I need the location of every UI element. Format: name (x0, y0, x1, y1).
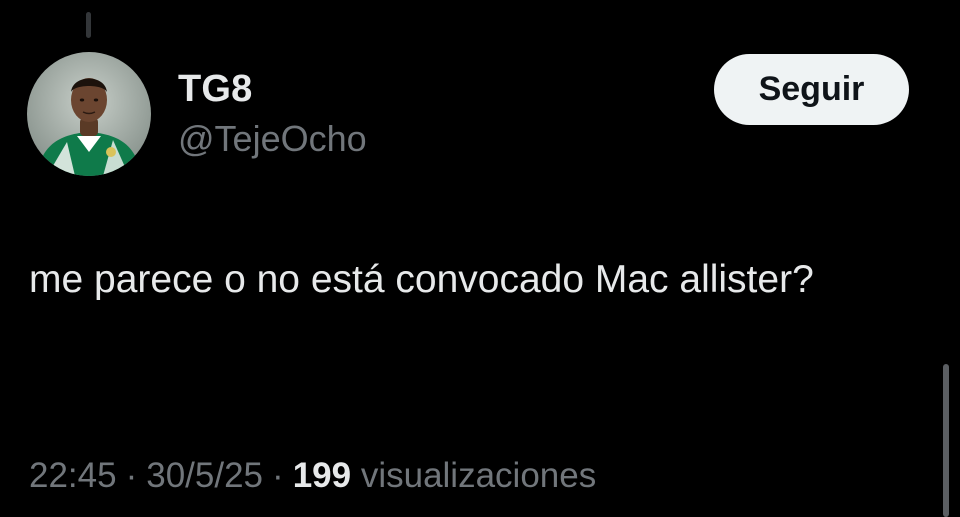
tweet-text: me parece o no está convocado Mac allist… (29, 258, 814, 301)
tweet-time[interactable]: 22:45 (29, 456, 117, 495)
meta-separator: · (272, 456, 284, 495)
scrollbar-thumb[interactable] (943, 364, 949, 517)
follow-button[interactable]: Seguir (714, 54, 909, 125)
meta-separator: · (125, 456, 138, 495)
views-count: 199 (292, 456, 352, 495)
tweet-metadata: 22:45 · 30/5/25 · 199 visualizaciones (29, 454, 596, 498)
author-display-name[interactable]: TG8 (178, 66, 253, 112)
profile-photo-icon (27, 52, 151, 176)
views-label: visualizaciones (360, 456, 597, 495)
author-handle[interactable]: @TejeOcho (178, 117, 367, 161)
tweet-date[interactable]: 30/5/25 (146, 456, 263, 495)
thread-connector-line (86, 12, 91, 38)
author-avatar[interactable] (27, 52, 151, 176)
